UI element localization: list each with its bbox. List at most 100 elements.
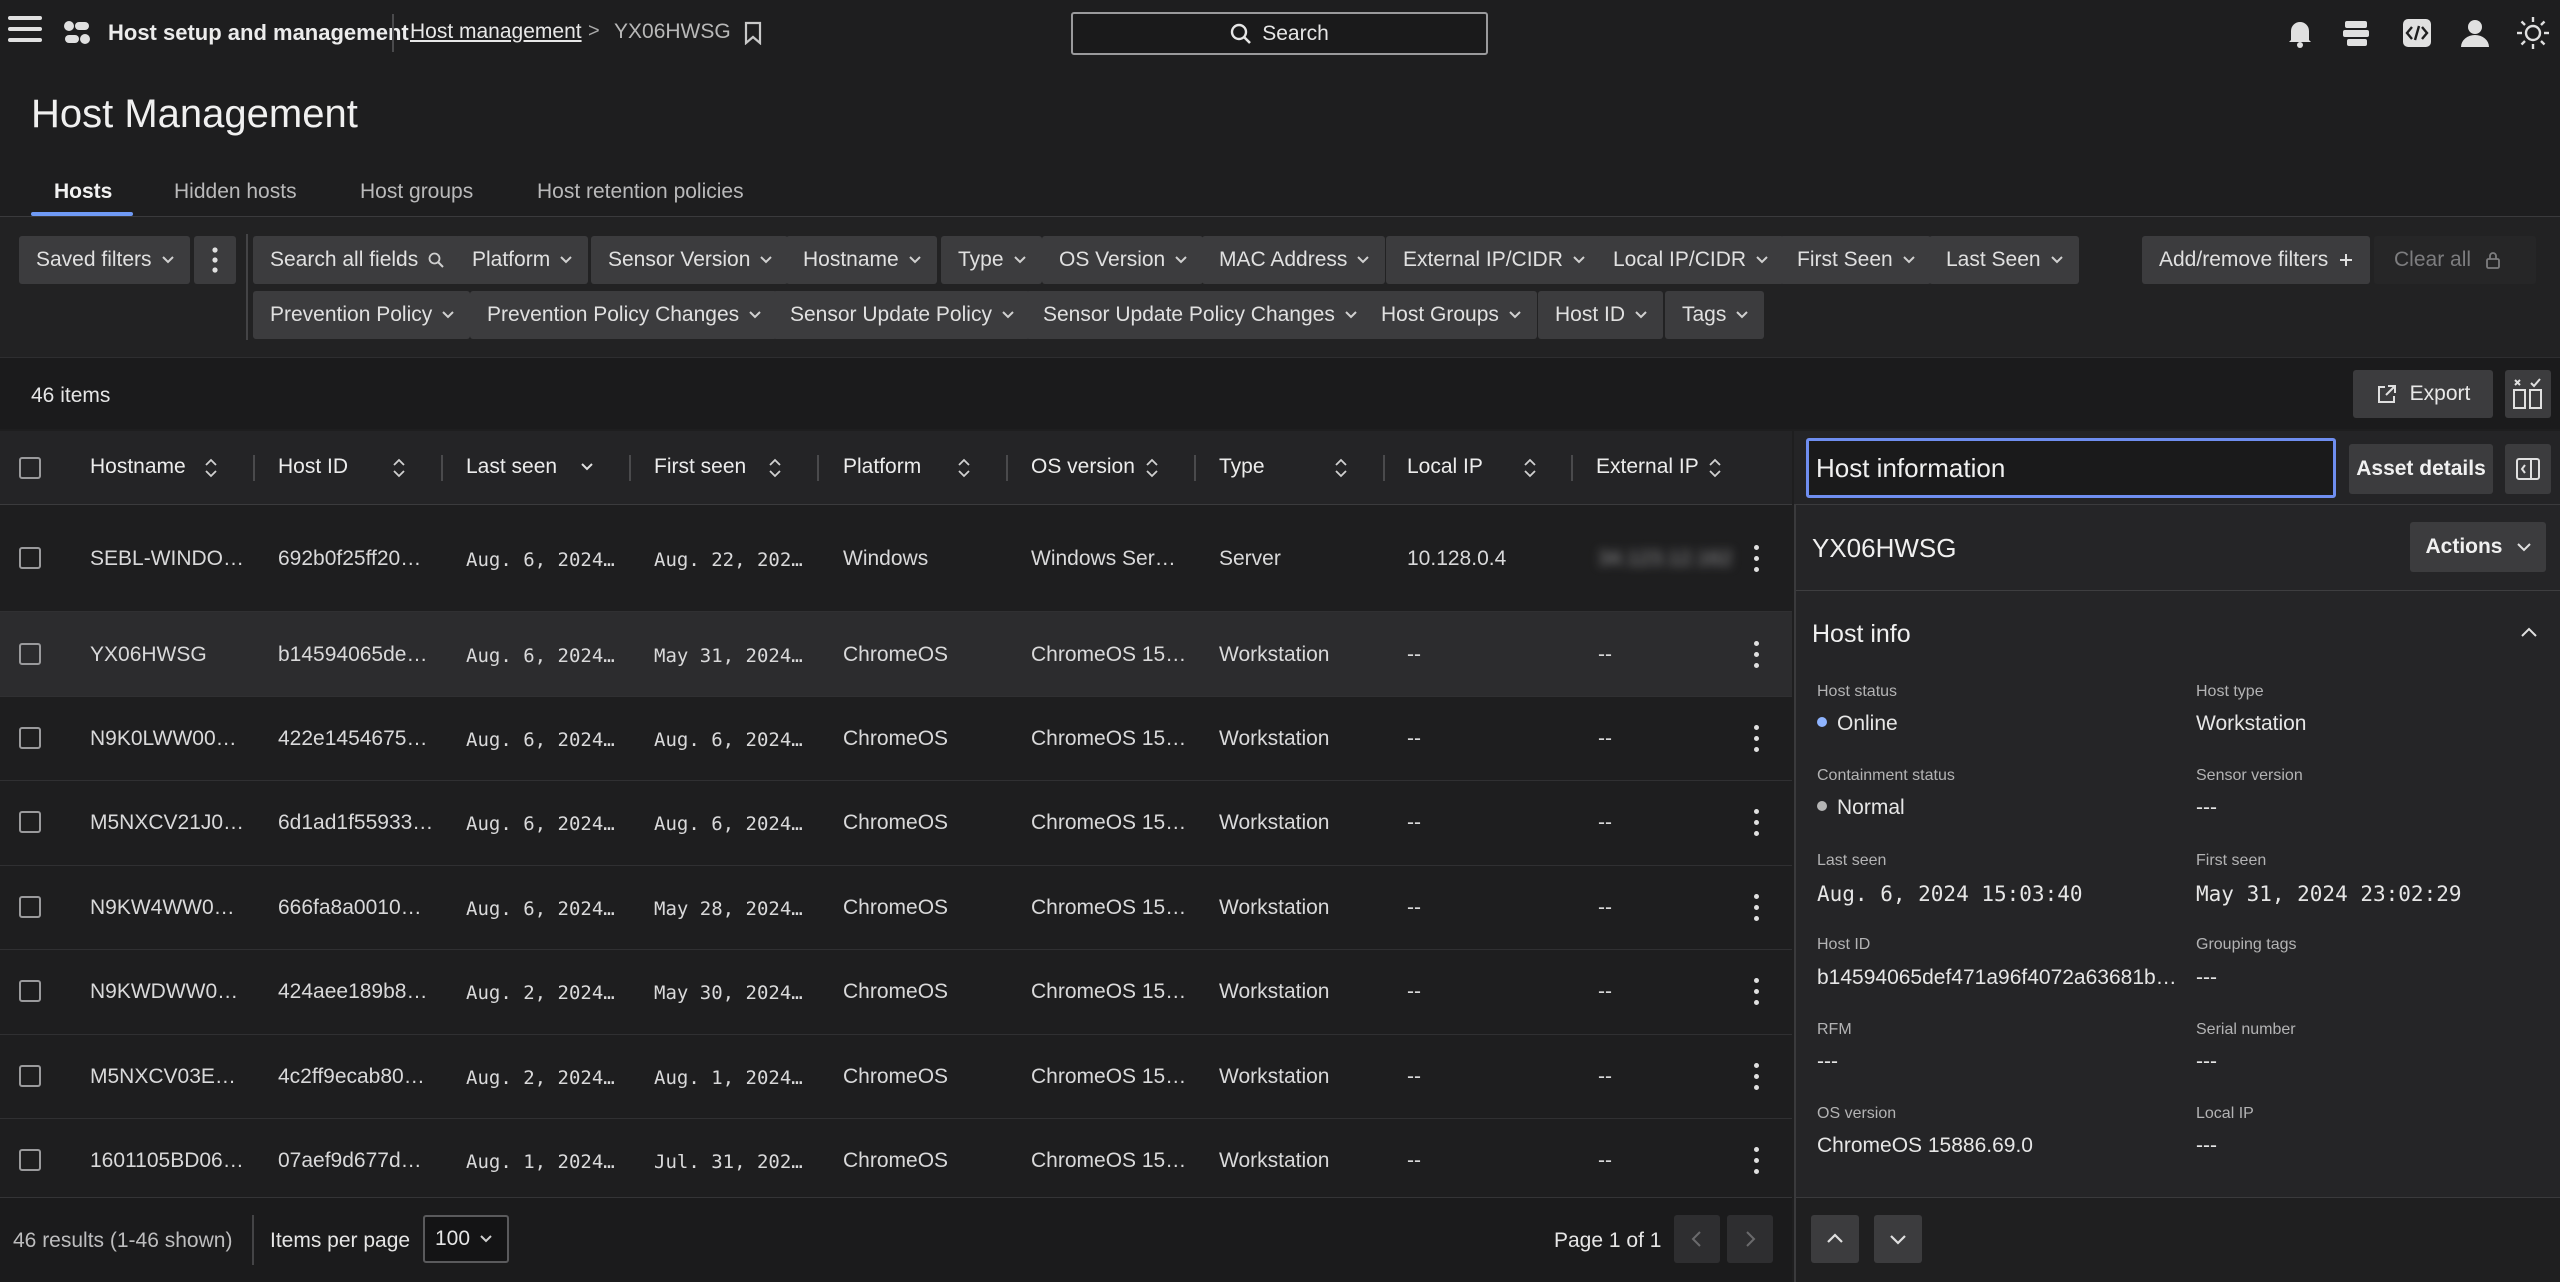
clear-all-button[interactable]: Clear all [2374, 236, 2536, 284]
sort-icon[interactable] [1708, 457, 1722, 479]
filter-host-groups[interactable]: Host Groups [1364, 291, 1537, 339]
column-divider[interactable] [629, 455, 631, 481]
previous-host-button[interactable] [1811, 1215, 1859, 1263]
column-header-os-version[interactable]: OS version [1031, 455, 1135, 479]
row-checkbox[interactable] [19, 547, 41, 569]
filter-first-seen[interactable]: First Seen [1780, 236, 1931, 284]
row-actions-kebab-icon[interactable] [1754, 641, 1760, 669]
row-checkbox[interactable] [19, 980, 41, 1002]
console-switch-icon[interactable] [2340, 16, 2374, 50]
filter-options-button[interactable] [194, 236, 236, 284]
filter-sensor-update-policy-changes[interactable]: Sensor Update Policy Changes [1026, 291, 1373, 339]
sort-icon[interactable] [768, 457, 782, 479]
row-checkbox[interactable] [19, 1149, 41, 1171]
row-checkbox[interactable] [19, 727, 41, 749]
actions-dropdown[interactable]: Actions [2410, 522, 2546, 572]
sort-icon[interactable] [1523, 457, 1537, 479]
tab-host-retention-policies[interactable]: Host retention policies [537, 180, 744, 204]
next-host-button[interactable] [1874, 1215, 1922, 1263]
filter-prevention-policy[interactable]: Prevention Policy [253, 291, 471, 339]
column-header-host-id[interactable]: Host ID [278, 455, 348, 479]
column-divider[interactable] [1383, 455, 1385, 481]
column-header-type[interactable]: Type [1219, 455, 1265, 479]
column-divider[interactable] [817, 455, 819, 481]
previous-page-button[interactable] [1674, 1215, 1720, 1263]
row-checkbox[interactable] [19, 896, 41, 918]
notification-bell-icon[interactable] [2283, 16, 2317, 50]
global-search-button[interactable]: Search [1071, 12, 1488, 55]
app-logo-icon[interactable] [62, 18, 92, 48]
chevron-up-icon[interactable] [2520, 626, 2538, 638]
panel-title[interactable]: Host information [1806, 438, 2336, 498]
theme-sun-icon[interactable] [2516, 16, 2550, 50]
table-row[interactable]: N9KWDWW0… 424aee189b8… Aug. 2, 2024… May… [0, 950, 1792, 1035]
sort-icon[interactable] [392, 457, 406, 479]
filter-sensor-update-policy[interactable]: Sensor Update Policy [773, 291, 1030, 339]
tab-hidden-hosts[interactable]: Hidden hosts [174, 180, 297, 204]
column-divider[interactable] [1006, 455, 1008, 481]
column-header-last-seen[interactable]: Last seen [466, 455, 557, 479]
field-value-host-id[interactable]: b14594065def471a96f4072a63681b… [1817, 966, 2177, 990]
row-actions-kebab-icon[interactable] [1754, 894, 1760, 922]
host-info-section-title[interactable]: Host info [1812, 620, 1911, 649]
row-actions-kebab-icon[interactable] [1754, 978, 1760, 1006]
developer-code-icon[interactable] [2400, 16, 2434, 50]
sort-icon[interactable] [204, 457, 218, 479]
column-divider[interactable] [1571, 455, 1573, 481]
row-actions-kebab-icon[interactable] [1754, 1147, 1760, 1175]
sort-icon[interactable] [1145, 457, 1159, 479]
filter-os-version[interactable]: OS Version [1042, 236, 1204, 284]
table-row[interactable]: 1601105BD06… 07aef9d677d… Aug. 1, 2024… … [0, 1119, 1792, 1197]
row-actions-kebab-icon[interactable] [1754, 545, 1760, 573]
column-settings-button[interactable] [2505, 370, 2551, 418]
table-row[interactable]: M5NXCV03E… 4c2ff9ecab80… Aug. 2, 2024… A… [0, 1035, 1792, 1119]
hamburger-menu-icon[interactable] [8, 16, 42, 46]
tab-host-groups[interactable]: Host groups [360, 180, 473, 204]
bookmark-icon[interactable] [744, 21, 762, 45]
filter-search-all-fields[interactable]: Search all fields [253, 236, 461, 284]
collapse-panel-button[interactable] [2505, 444, 2551, 494]
filter-last-seen[interactable]: Last Seen [1929, 236, 2079, 284]
filter-local-ip-cidr[interactable]: Local IP/CIDR [1596, 236, 1785, 284]
table-row-selected[interactable]: YX06HWSG b14594065de… Aug. 6, 2024… May … [0, 612, 1792, 697]
column-divider[interactable] [1194, 455, 1196, 481]
filter-sensor-version[interactable]: Sensor Version [591, 236, 789, 284]
breadcrumb-host-management-link[interactable]: Host management [410, 20, 582, 44]
sort-icon[interactable] [957, 457, 971, 479]
filter-type[interactable]: Type [941, 236, 1042, 284]
filter-external-ip-cidr[interactable]: External IP/CIDR [1386, 236, 1601, 284]
column-divider[interactable] [253, 455, 255, 481]
filter-host-id[interactable]: Host ID [1538, 291, 1664, 339]
filter-tags[interactable]: Tags [1665, 291, 1765, 339]
table-row[interactable]: N9KW4WW0… 666fa8a0010… Aug. 6, 2024… May… [0, 866, 1792, 950]
filter-mac-address[interactable]: MAC Address [1202, 236, 1386, 284]
tab-hosts[interactable]: Hosts [54, 180, 112, 204]
row-checkbox[interactable] [19, 643, 41, 665]
column-header-hostname[interactable]: Hostname [90, 455, 186, 479]
column-divider[interactable] [441, 455, 443, 481]
filter-prevention-policy-changes[interactable]: Prevention Policy Changes [470, 291, 778, 339]
table-row[interactable]: N9K0LWW00… 422e1454675… Aug. 6, 2024… Au… [0, 697, 1792, 781]
row-actions-kebab-icon[interactable] [1754, 725, 1760, 753]
asset-details-button[interactable]: Asset details [2349, 444, 2493, 494]
column-header-platform[interactable]: Platform [843, 455, 921, 479]
filter-platform[interactable]: Platform [455, 236, 589, 284]
select-all-checkbox[interactable] [19, 457, 41, 479]
column-header-external-ip[interactable]: External IP [1596, 455, 1699, 479]
sort-icon[interactable] [1334, 457, 1348, 479]
row-checkbox[interactable] [19, 1065, 41, 1087]
filter-hostname[interactable]: Hostname [786, 236, 937, 284]
row-actions-kebab-icon[interactable] [1754, 809, 1760, 837]
add-remove-filters-button[interactable]: Add/remove filters [2142, 236, 2371, 284]
column-header-local-ip[interactable]: Local IP [1407, 455, 1483, 479]
user-profile-icon[interactable] [2458, 16, 2492, 50]
saved-filters-dropdown[interactable]: Saved filters [19, 236, 190, 284]
row-actions-kebab-icon[interactable] [1754, 1063, 1760, 1091]
column-header-first-seen[interactable]: First seen [654, 455, 746, 479]
sort-descending-icon[interactable] [580, 461, 594, 473]
row-checkbox[interactable] [19, 811, 41, 833]
items-per-page-select[interactable]: 100 [423, 1215, 509, 1263]
table-row[interactable]: SEBL-WINDO… 692b0f25ff20… Aug. 6, 2024… … [0, 505, 1792, 612]
table-row[interactable]: M5NXCV21J0… 6d1ad1f55933… Aug. 6, 2024… … [0, 781, 1792, 866]
export-button[interactable]: Export [2353, 370, 2493, 418]
